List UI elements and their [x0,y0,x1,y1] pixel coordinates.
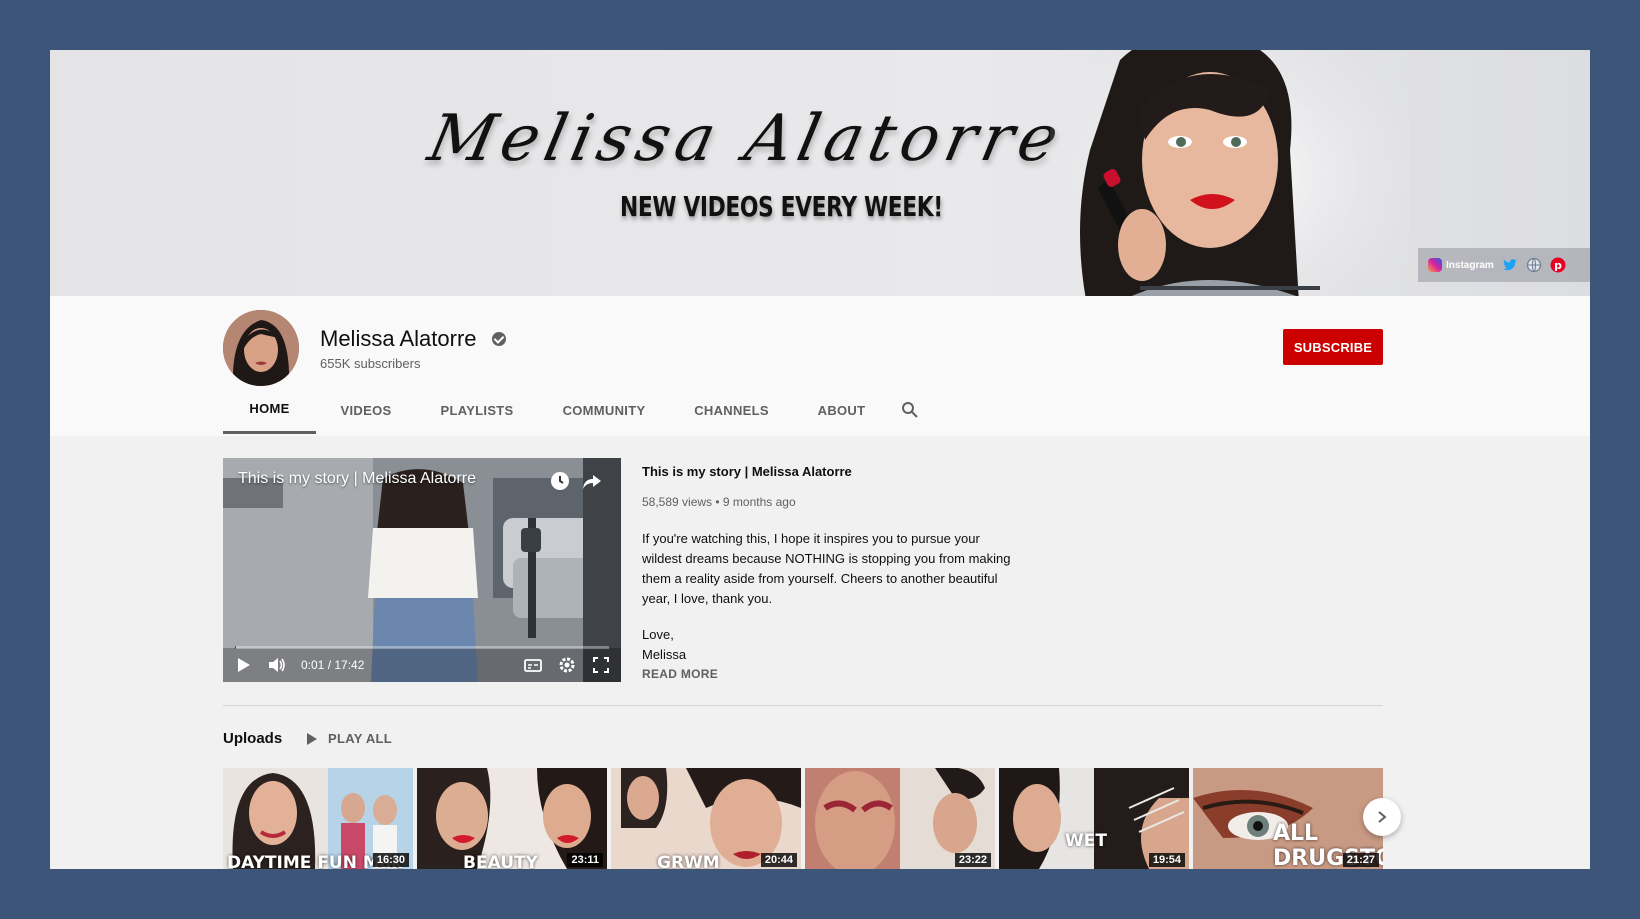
play-icon[interactable] [233,655,253,675]
tab-channels[interactable]: CHANNELS [670,386,793,434]
featured-video-meta: 58,589 views • 9 months ago [642,495,796,509]
channel-banner: Melissa Alatorre NEW VIDEOS EVERY WEEK! … [50,50,1590,296]
featured-video-description: If you're watching this, I hope it inspi… [642,531,1011,606]
share-icon[interactable] [581,470,603,492]
subscribe-button[interactable]: SUBSCRIBE [1283,329,1383,365]
instagram-label: Instagram [1446,259,1494,271]
video-duration: 16:30 [372,853,409,867]
watch-later-icon[interactable] [549,470,571,492]
thumbnail-overlay-text: GRWM [657,853,720,869]
channel-tabs: HOME VIDEOS PLAYLISTS COMMUNITY CHANNELS… [223,386,930,436]
banner-script-name: Melissa Alatorre [422,102,1071,176]
svg-text:p: p [1554,259,1562,272]
shelf-next-button[interactable] [1363,798,1401,836]
player-title-overlay: This is my story | Melissa Alatorre [238,470,476,487]
video-thumbnail[interactable]: ALL DRUGSTORE 21:27 [1193,768,1383,869]
banner-tagline: NEW VIDEOS EVERY WEEK! [620,190,943,223]
fullscreen-icon[interactable] [591,655,611,675]
chevron-right-icon [1378,811,1387,823]
featured-video-signoff: Love, Melissa [642,627,687,662]
website-globe-icon[interactable] [1526,257,1542,273]
channel-avatar[interactable] [223,310,299,386]
video-thumbnail[interactable]: 23:22 [805,768,995,869]
player-controls: 0:01 / 17:42 [223,648,621,682]
search-icon [902,402,918,418]
instagram-icon [1428,258,1442,272]
settings-gear-icon[interactable] [557,655,577,675]
subscriber-count: 655K subscribers [320,356,421,371]
video-thumbnail[interactable]: WET 19:54 [999,768,1189,869]
banner-social-links: Instagram p [1418,248,1590,282]
channel-name: Melissa Alatorre [320,326,477,351]
tab-about[interactable]: ABOUT [793,386,890,434]
twitter-icon[interactable] [1502,257,1518,273]
tab-videos[interactable]: VIDEOS [316,386,416,434]
featured-video-info: This is my story | Melissa Alatorre 58,5… [642,458,1022,681]
uploads-shelf-title[interactable]: Uploads [223,730,282,747]
youtube-channel-page: Melissa Alatorre NEW VIDEOS EVERY WEEK! … [50,50,1590,869]
section-divider [223,705,1383,706]
tab-home[interactable]: HOME [223,386,316,434]
play-all-button[interactable]: PLAY ALL [306,731,392,746]
uploads-shelf: DAYTIME FUN Mak 16:30 BEAUTY 23:11 GRWM … [223,768,1383,869]
video-duration: 21:27 [1342,853,1379,867]
video-duration: 23:22 [954,853,991,867]
pinterest-icon[interactable]: p [1550,257,1566,273]
video-thumbnail[interactable]: DAYTIME FUN Mak 16:30 [223,768,413,869]
play-icon [307,732,317,745]
tab-community[interactable]: COMMUNITY [538,386,670,434]
video-thumbnail[interactable]: GRWM 20:44 [611,768,801,869]
video-duration: 23:11 [567,853,603,867]
read-more-link[interactable]: READ MORE [642,667,1022,681]
video-duration: 19:54 [1148,853,1185,867]
verified-check-icon [492,332,506,346]
thumbnail-overlay-text: WET [1065,831,1107,851]
volume-icon[interactable] [267,655,287,675]
channel-search-button[interactable] [890,386,930,434]
channel-header: Melissa Alatorre 655K subscribers SUBSCR… [50,296,1590,436]
featured-video-player[interactable]: This is my story | Melissa Alatorre 0:01… [223,458,621,682]
tab-playlists[interactable]: PLAYLISTS [416,386,538,434]
video-thumbnail[interactable]: BEAUTY 23:11 [417,768,607,869]
captions-icon[interactable] [523,655,543,675]
featured-video-title[interactable]: This is my story | Melissa Alatorre [642,464,1022,479]
banner-portrait [1050,50,1410,296]
thumbnail-overlay-text: BEAUTY [463,853,538,869]
play-all-label: PLAY ALL [328,731,393,746]
instagram-link[interactable]: Instagram [1428,258,1494,272]
player-time: 0:01 / 17:42 [301,658,365,672]
video-duration: 20:44 [760,853,797,867]
